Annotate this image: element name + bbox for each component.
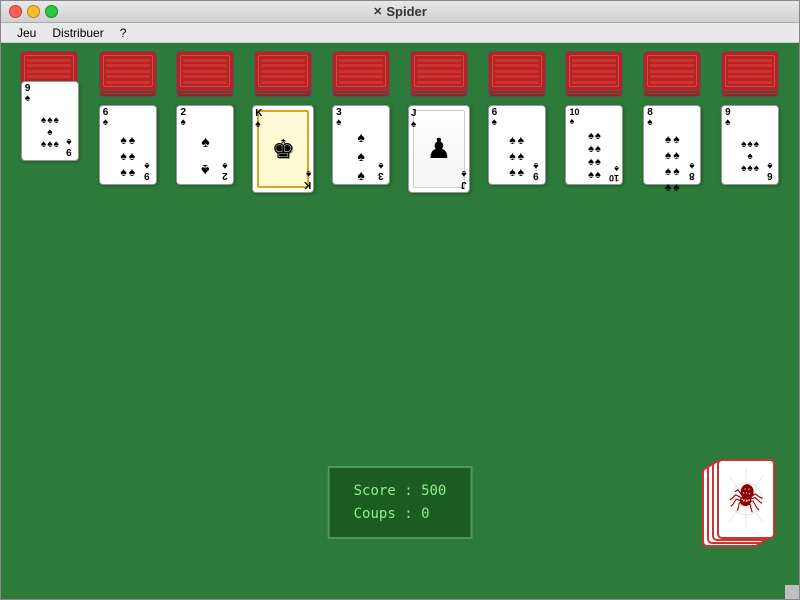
close-button[interactable] — [9, 5, 22, 18]
coups-display: Coups : 0 — [354, 503, 447, 525]
score-panel: Score : 500 Coups : 0 — [328, 466, 473, 539]
window-title: ✕ Spider — [373, 4, 427, 19]
title-bar: ✕ Spider — [1, 1, 799, 23]
menu-distribuer[interactable]: Distribuer — [44, 24, 111, 42]
title-icon: ✕ — [373, 5, 382, 18]
card-6-spades-1[interactable]: 6♠ ♠♠ ♠♠ ♠♠ 9♠ — [99, 105, 157, 185]
column-7[interactable]: 10♠ ♠♠ ♠♠ ♠♠ ♠♠ 10♠ — [558, 51, 630, 193]
card-king-spades[interactable]: K♠ K♠ ♚ — [252, 105, 314, 193]
card-9-spades-9[interactable]: 9♠ ♠♠♠ ♠ ♠♠♠ 6♠ — [721, 105, 779, 185]
minimize-button[interactable] — [27, 5, 40, 18]
main-window: ✕ Spider Jeu Distribuer ? — [0, 0, 800, 600]
card-8-spades-8[interactable]: 8♠ ♠♠ ♠♠ ♠♠ ♠♠ 8♠ — [643, 105, 701, 185]
card-6-spades-6[interactable]: 6♠ ♠♠ ♠♠ ♠♠ 9♠ — [488, 105, 546, 185]
card-columns: 9♠ ♠♠♠ ♠ ♠♠♠ 9♠ — [1, 43, 799, 201]
card-3-spades-4[interactable]: 3♠ ♠ ♠ ♠ 3♠ — [332, 105, 390, 185]
card-jack-spades[interactable]: J♠ J♠ ♟ — [408, 105, 470, 193]
column-2[interactable]: 2♠ ♠ ♠ 2♠ — [169, 51, 241, 193]
column-4[interactable]: 3♠ ♠ ♠ ♠ 3♠ — [325, 51, 397, 193]
score-display: Score : 500 — [354, 480, 447, 502]
column-8[interactable]: 8♠ ♠♠ ♠♠ ♠♠ ♠♠ 8♠ — [636, 51, 708, 193]
menu-bar: Jeu Distribuer ? — [1, 23, 799, 43]
window-controls — [9, 5, 58, 18]
scroll-corner — [785, 585, 799, 599]
column-0[interactable]: 9♠ ♠♠♠ ♠ ♠♠♠ 9♠ — [14, 51, 86, 193]
column-1[interactable]: 6♠ ♠♠ ♠♠ ♠♠ 9♠ — [92, 51, 164, 193]
card-10-spades-7[interactable]: 10♠ ♠♠ ♠♠ ♠♠ ♠♠ 10♠ — [565, 105, 623, 185]
card-2-spades-2[interactable]: 2♠ ♠ ♠ 2♠ — [176, 105, 234, 185]
column-6[interactable]: 6♠ ♠♠ ♠♠ ♠♠ 9♠ — [481, 51, 553, 193]
maximize-button[interactable] — [45, 5, 58, 18]
menu-jeu[interactable]: Jeu — [9, 24, 44, 42]
menu-help[interactable]: ? — [112, 24, 135, 42]
stock-pile[interactable]: 🕷 — [699, 459, 779, 559]
column-3[interactable]: K♠ K♠ ♚ — [247, 51, 319, 193]
card-9-spades-0[interactable]: 9♠ ♠♠♠ ♠ ♠♠♠ 9♠ — [21, 81, 79, 161]
column-5[interactable]: J♠ J♠ ♟ — [403, 51, 475, 193]
column-9[interactable]: 9♠ ♠♠♠ ♠ ♠♠♠ 6♠ — [714, 51, 786, 193]
game-area: 9♠ ♠♠♠ ♠ ♠♠♠ 9♠ — [1, 43, 799, 599]
